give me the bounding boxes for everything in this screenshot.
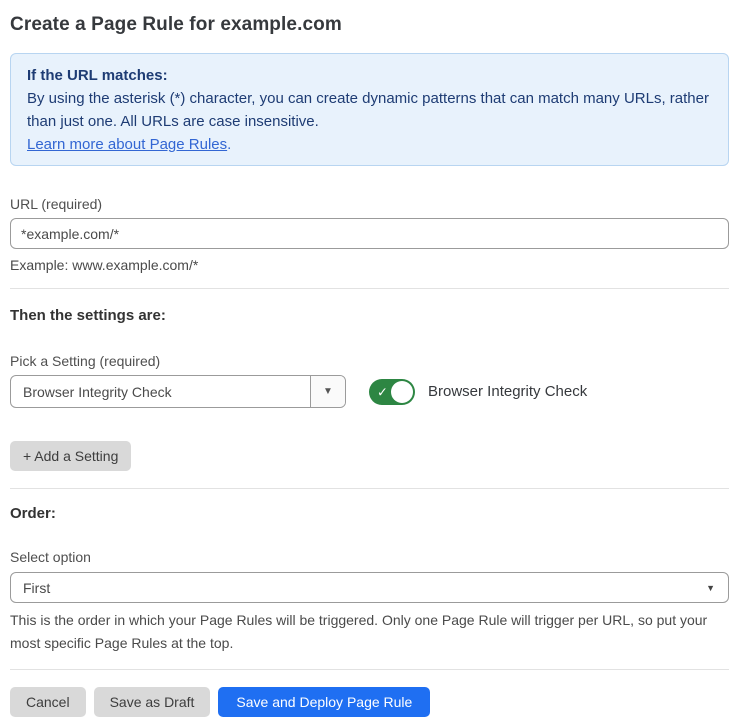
toggle-knob: [391, 381, 413, 403]
order-dropdown-value: First: [11, 580, 706, 596]
save-as-draft-button[interactable]: Save as Draft: [94, 687, 211, 717]
order-help-text: This is the order in which your Page Rul…: [10, 609, 729, 654]
info-box-body: By using the asterisk (*) character, you…: [27, 87, 712, 133]
order-select-label: Select option: [10, 549, 729, 565]
setting-dropdown-value: Browser Integrity Check: [11, 376, 310, 407]
divider: [10, 669, 729, 670]
setting-row: Browser Integrity Check ▼ ✓ Browser Inte…: [10, 375, 729, 408]
cancel-button[interactable]: Cancel: [10, 687, 86, 717]
pick-setting-label: Pick a Setting (required): [10, 353, 729, 369]
add-setting-button[interactable]: + Add a Setting: [10, 441, 131, 471]
toggle-label: Browser Integrity Check: [428, 383, 587, 400]
order-dropdown[interactable]: First ▼: [10, 572, 729, 603]
divider: [10, 488, 729, 489]
settings-section-heading: Then the settings are:: [10, 307, 729, 324]
save-and-deploy-button[interactable]: Save and Deploy Page Rule: [218, 687, 430, 717]
setting-dropdown[interactable]: Browser Integrity Check ▼: [10, 375, 346, 408]
check-icon: ✓: [377, 385, 388, 398]
browser-integrity-check-toggle[interactable]: ✓: [369, 379, 415, 405]
divider: [10, 288, 729, 289]
page-title: Create a Page Rule for example.com: [10, 14, 729, 36]
chevron-down-icon: ▼: [706, 583, 715, 593]
learn-more-link[interactable]: Learn more about Page Rules: [27, 136, 227, 153]
url-label: URL (required): [10, 196, 729, 212]
info-box-link-line: Learn more about Page Rules.: [27, 133, 712, 156]
url-match-info-box: If the URL matches: By using the asteris…: [10, 53, 729, 166]
setting-dropdown-arrow-button[interactable]: ▼: [310, 376, 345, 407]
link-suffix: .: [227, 136, 231, 153]
info-box-heading: If the URL matches:: [27, 64, 712, 87]
url-input[interactable]: [10, 218, 729, 249]
url-example-text: Example: www.example.com/*: [10, 257, 729, 273]
footer-actions: Cancel Save as Draft Save and Deploy Pag…: [10, 687, 729, 717]
order-section-heading: Order:: [10, 505, 729, 522]
chevron-down-icon: ▼: [323, 386, 333, 397]
